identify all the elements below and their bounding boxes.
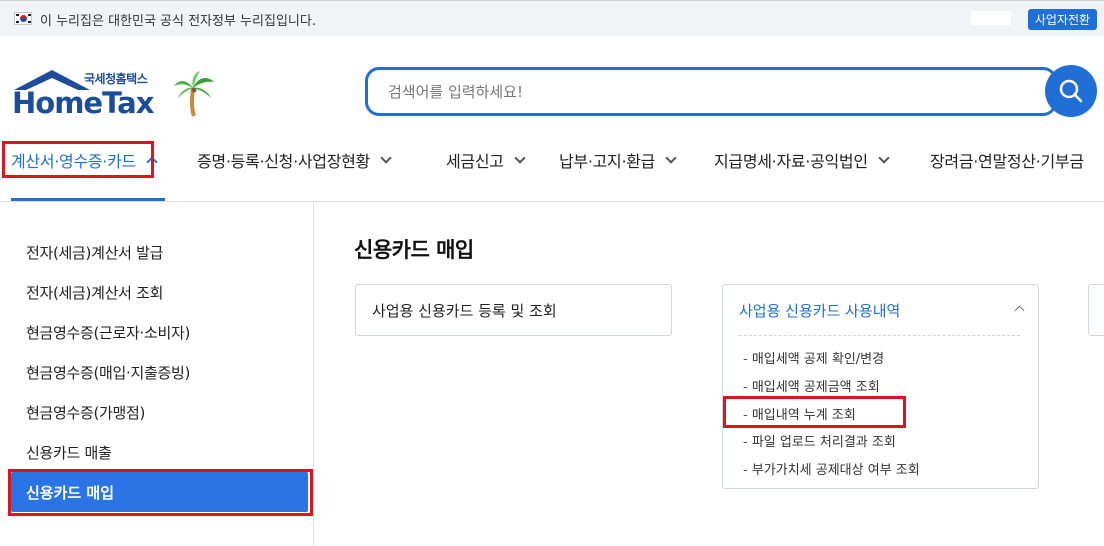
chevron-up-icon[interactable]: [1014, 305, 1025, 316]
chevron-down-icon: [380, 151, 392, 164]
palm-tree-icon: [174, 71, 214, 117]
submenu-vat-deduction-eligibility[interactable]: 부가가치세 공제대상 여부 조회: [743, 459, 920, 478]
card-divider: [739, 335, 1020, 336]
nav-divider: [0, 201, 1104, 202]
sidebar-item-e-invoice-issue[interactable]: 전자(세금)계산서 발급: [26, 242, 163, 263]
nav-item-label: 세금신고: [446, 152, 504, 171]
chevron-down-icon: [665, 151, 677, 164]
sidebar-item-e-invoice-lookup[interactable]: 전자(세금)계산서 조회: [26, 282, 163, 303]
submenu-purchase-tax-deduction-confirm[interactable]: 매입세액 공제 확인/변경: [743, 348, 884, 367]
hometax-logo[interactable]: 국세청홈택스 HomeTax: [10, 66, 220, 122]
search-button[interactable]: [1045, 65, 1097, 117]
sidebar-item-cash-receipt-purchase[interactable]: 현금영수증(매입·지출증빙): [26, 362, 190, 383]
search-icon: [1059, 79, 1083, 103]
switch-business-button[interactable]: 사업자전환: [1028, 9, 1097, 30]
nav-item-label: 증명·등록·신청·사업장현황: [197, 152, 370, 171]
chevron-down-icon: [514, 151, 526, 164]
nav-item-tax-filing[interactable]: 세금신고: [446, 138, 526, 182]
submenu-purchase-cumulative-lookup[interactable]: 매입내역 누계 조회: [743, 404, 856, 423]
search-box: [365, 67, 1057, 116]
search-input[interactable]: [388, 82, 1008, 102]
submenu-file-upload-result[interactable]: 파일 업로드 처리결과 조회: [743, 431, 896, 450]
nav-item-label: 계산서·영수증·카드: [11, 152, 136, 171]
nav-item-certificate-registration[interactable]: 증명·등록·신청·사업장현황: [197, 138, 392, 182]
logo-name: HomeTax: [12, 86, 154, 120]
gov-banner-text: 이 누리집은 대한민국 공식 전자정부 누리집입니다.: [40, 14, 316, 29]
nav-item-label: 지급명세·자료·공익법인: [714, 152, 868, 171]
chevron-down-icon: [878, 151, 890, 164]
chevron-up-icon: [146, 156, 158, 168]
nav-item-label: 납부·고지·환급: [559, 152, 656, 171]
sidebar-item-label: 신용카드 매입: [26, 484, 115, 502]
gov-banner: 이 누리집은 대한민국 공식 전자정부 누리집입니다. 사업자전환: [0, 0, 1104, 36]
card-business-card-usage: 사업용 신용카드 사용내역 매입세액 공제 확인/변경 매입세액 공제금액 조회…: [722, 284, 1039, 489]
nav-item-incentive-yearend[interactable]: 장려금·연말정산·기부금: [930, 138, 1084, 182]
nav-item-payment-statement[interactable]: 지급명세·자료·공익법인: [714, 138, 890, 182]
nav-item-invoice-receipt-card[interactable]: 계산서·영수증·카드: [11, 138, 158, 182]
user-name-chip: [971, 11, 1011, 25]
sidebar-divider: [313, 201, 314, 546]
submenu-purchase-tax-deduction-amount[interactable]: 매입세액 공제금액 조회: [743, 376, 880, 395]
nav-item-payment-refund[interactable]: 납부·고지·환급: [559, 138, 677, 182]
card-partial-next[interactable]: [1088, 284, 1104, 336]
card-label[interactable]: 사업용 신용카드 사용내역: [739, 300, 900, 321]
card-label: 사업용 신용카드 등록 및 조회: [372, 302, 557, 320]
logo-subtitle: 국세청홈택스: [84, 72, 148, 86]
sidebar-item-credit-card-purchase[interactable]: 신용카드 매입: [11, 472, 308, 512]
sidebar-item-cash-receipt-consumer[interactable]: 현금영수증(근로자·소비자): [26, 322, 190, 343]
sidebar-item-credit-card-sales[interactable]: 신용카드 매출: [26, 442, 112, 463]
korea-flag-icon: [14, 12, 32, 25]
sidebar-item-cash-receipt-merchant[interactable]: 현금영수증(가맹점): [26, 402, 145, 423]
main-nav: 계산서·영수증·카드 증명·등록·신청·사업장현황 세금신고 납부·고지·환급 …: [0, 138, 1104, 184]
card-business-card-register[interactable]: 사업용 신용카드 등록 및 조회: [355, 284, 672, 336]
nav-item-label: 장려금·연말정산·기부금: [930, 152, 1084, 171]
page-title: 신용카드 매입: [354, 238, 474, 262]
